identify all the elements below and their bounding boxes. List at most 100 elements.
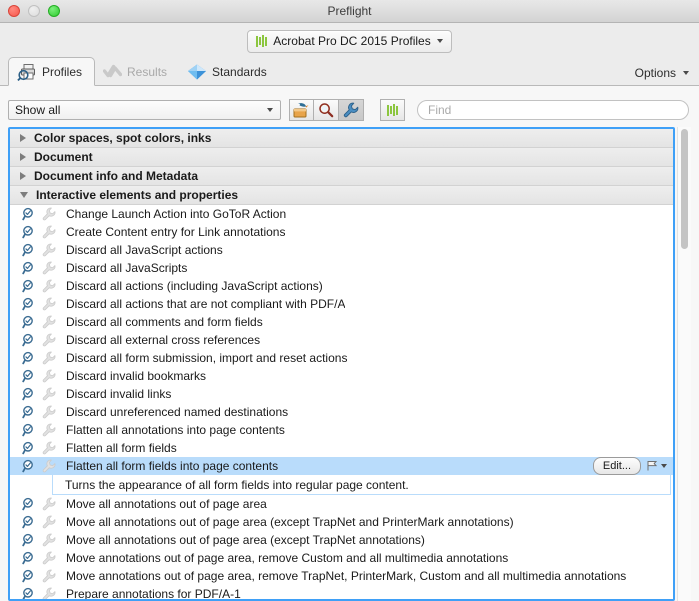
chevron-down-icon [683, 71, 689, 75]
profile-row[interactable]: Move all annotations out of page area (e… [10, 531, 673, 549]
group-header[interactable]: Document [10, 148, 673, 167]
profile-row-label: Move annotations out of page area, remov… [66, 551, 509, 565]
triangle-right-icon[interactable] [20, 134, 26, 142]
profile-row[interactable]: Move all annotations out of page area [10, 495, 673, 513]
wrench-icon [42, 497, 56, 511]
profile-row[interactable]: Discard all external cross references [10, 331, 673, 349]
profile-row-label: Discard all actions that are not complia… [66, 297, 346, 311]
triangle-right-icon[interactable] [20, 172, 26, 180]
flag-icon [646, 460, 658, 472]
tab-profiles[interactable]: Profiles [8, 57, 96, 86]
profile-row-label: Discard invalid links [66, 387, 172, 401]
profile-row-label: Discard all comments and form fields [66, 315, 263, 329]
wrench-button[interactable] [339, 99, 364, 121]
wrench-icon [42, 423, 56, 437]
magnifier-check-icon [22, 315, 36, 329]
bird-lock-button[interactable] [289, 99, 314, 121]
edit-button[interactable]: Edit... [592, 457, 641, 475]
chevron-down-icon [267, 108, 273, 112]
profile-row[interactable]: Discard all actions (including JavaScrip… [10, 277, 673, 295]
wrench-icon [42, 587, 56, 599]
chevron-down-icon [661, 464, 667, 468]
wrench-icon [42, 569, 56, 583]
profile-row[interactable]: Discard all JavaScript actions [10, 241, 673, 259]
green-bars-button[interactable] [380, 99, 405, 121]
triangle-right-icon[interactable] [20, 153, 26, 161]
search-field[interactable]: Find [417, 100, 689, 120]
profile-row[interactable]: Discard all JavaScripts [10, 259, 673, 277]
profile-row[interactable]: Discard all actions that are not complia… [10, 295, 673, 313]
profile-list-focus-ring: Color spaces, spot colors, inks Document D… [8, 127, 675, 601]
profile-row[interactable]: Move all annotations out of page area (e… [10, 513, 673, 531]
magnifier-button[interactable] [314, 99, 339, 121]
tab-standards[interactable]: Standards [179, 57, 279, 86]
chevron-down-icon [436, 39, 443, 43]
profile-row-label: Discard all JavaScripts [66, 261, 188, 275]
group-header[interactable]: Interactive elements and properties [10, 186, 673, 205]
title-bar: Preflight [0, 0, 699, 23]
wrench-icon [42, 279, 56, 293]
magnifier-check-icon [22, 515, 36, 529]
zoom-button[interactable] [48, 5, 60, 17]
wrench-icon [42, 333, 56, 347]
profile-row-label: Move annotations out of page area, remov… [66, 569, 627, 583]
profile-row[interactable]: Move annotations out of page area, remov… [10, 549, 673, 567]
wrench-icon [42, 351, 56, 365]
tab-results[interactable]: Results [95, 57, 179, 86]
profile-row[interactable]: Discard all form submission, import and … [10, 349, 673, 367]
minimize-button[interactable] [28, 5, 40, 17]
tab-results-label: Results [127, 64, 168, 79]
profiles-panel: Show all Find Color spaces, spot colors,… [0, 86, 699, 601]
profile-row-label: Move all annotations out of page area (e… [66, 533, 425, 547]
magnifier-check-icon [22, 369, 36, 383]
profile-row[interactable]: Move annotations out of page area, remov… [10, 567, 673, 585]
profile-row[interactable]: Discard invalid bookmarks [10, 367, 673, 385]
profile-row[interactable]: Discard invalid links [10, 385, 673, 403]
traffic-lights [8, 5, 60, 17]
window-title: Preflight [327, 4, 372, 18]
wrench-icon [42, 533, 56, 547]
magnifier-check-icon [22, 551, 36, 565]
magnifier-check-icon [22, 333, 36, 347]
group-header[interactable]: Document info and Metadata [10, 167, 673, 186]
profile-row-label: Move all annotations out of page area [66, 497, 267, 511]
triangle-down-icon[interactable] [20, 192, 28, 198]
profile-list[interactable]: Color spaces, spot colors, inks Document D… [10, 129, 673, 599]
wrench-icon [42, 207, 56, 221]
vertical-scrollbar[interactable] [677, 127, 691, 601]
profile-row-label: Discard all external cross references [66, 333, 261, 347]
profile-tool-group [289, 99, 364, 121]
options-menu-button[interactable]: Options [635, 66, 689, 80]
profile-row[interactable]: Discard unreferenced named destinations [10, 403, 673, 421]
profile-row-label: Discard all JavaScript actions [66, 243, 223, 257]
profile-row[interactable]: Discard all comments and form fields [10, 313, 673, 331]
profile-selector-button[interactable]: Acrobat Pro DC 2015 Profiles [247, 29, 452, 53]
show-filter-select[interactable]: Show all [8, 100, 281, 120]
profile-row-label: Move all annotations out of page area (e… [66, 515, 514, 529]
magnifier-check-icon [22, 261, 36, 275]
crossed-checks-icon [103, 64, 123, 80]
magnifier-check-icon [22, 279, 36, 293]
profile-row-selected[interactable]: Flatten all form fields into page conten… [10, 457, 673, 475]
profile-row[interactable]: Prepare annotations for PDF/A-1 [10, 585, 673, 599]
profile-row[interactable]: Create Content entry for Link annotation… [10, 223, 673, 241]
wrench-icon [42, 261, 56, 275]
profile-row-label: Flatten all form fields [66, 441, 177, 455]
scrollbar-thumb[interactable] [681, 129, 688, 249]
flag-dropdown[interactable] [646, 460, 667, 472]
group-header-label: Color spaces, spot colors, inks [34, 131, 212, 145]
wrench-icon [42, 551, 56, 565]
profile-row[interactable]: Flatten all form fields [10, 439, 673, 457]
profile-list-wrap: Color spaces, spot colors, inks Document D… [8, 127, 691, 601]
profile-row-label: Discard all actions (including JavaScrip… [66, 279, 323, 293]
magnifier-check-icon [22, 207, 36, 221]
close-button[interactable] [8, 5, 20, 17]
profile-row[interactable]: Flatten all annotations into page conten… [10, 421, 673, 439]
profile-row[interactable]: Change Launch Action into GoToR Action [10, 205, 673, 223]
group-header-label: Document [34, 150, 93, 164]
tab-bar: Profiles Results Standards Options [0, 56, 699, 86]
wrench-icon [343, 102, 359, 118]
group-header[interactable]: Color spaces, spot colors, inks [10, 129, 673, 148]
wrench-icon [42, 515, 56, 529]
magnifier-check-icon [22, 297, 36, 311]
